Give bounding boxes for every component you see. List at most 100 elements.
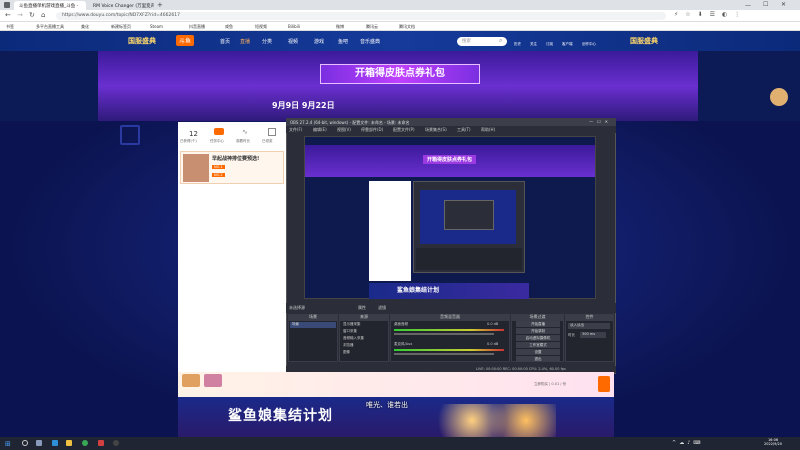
search-taskbar-icon[interactable] (22, 440, 28, 446)
coupon-label[interactable]: 立即购买 | 0.01 / 份 (534, 382, 566, 387)
preview-left-panel (369, 181, 411, 281)
bookmark-item[interactable]: 腾讯云 (366, 24, 378, 30)
reload-icon[interactable]: ↻ (29, 11, 35, 19)
promo-rank-2: NO.2 (212, 173, 225, 177)
bookmark-item[interactable]: 抖音直播 (189, 24, 205, 30)
taskview-icon[interactable] (36, 440, 42, 446)
address-input[interactable]: https://www.douyu.com/topic/ND7XFZ?rid=4… (56, 12, 666, 20)
minimize-icon[interactable]: — (745, 2, 751, 9)
bookmark-item[interactable]: 咸鱼 (225, 24, 233, 30)
tray-icons[interactable]: ^☁♪⌨ (672, 440, 704, 446)
taskbar-clock[interactable]: 16:06 2022/9/20 (758, 438, 788, 446)
nav-item[interactable]: 视频 (288, 38, 298, 45)
nav-item[interactable]: 音乐盛典 (360, 38, 380, 45)
obs-control-button[interactable]: 开始直播 (516, 321, 560, 327)
task-center-icon[interactable] (214, 128, 224, 135)
nav-item[interactable]: 游戏 (314, 38, 324, 45)
obs-control-button[interactable]: 设置 (516, 349, 560, 355)
site-logo-right[interactable]: 国服盛典 (630, 36, 658, 46)
duration-input[interactable]: 300 ms (580, 332, 606, 338)
avatar-float[interactable] (770, 88, 788, 106)
bookmark-item[interactable]: 多平台直播工具 (36, 24, 64, 30)
tab-voice-changer[interactable]: RM Voice Changer (万里变声) - (88, 1, 154, 10)
bookmark-item[interactable]: 腾讯文档 (399, 24, 415, 30)
obs-control-button[interactable]: 工作室模式 (516, 342, 560, 348)
tab-douyu[interactable]: 斗鱼直播单机游戏直播_斗鱼 - (14, 1, 86, 10)
scene-item[interactable]: 场景 (290, 322, 336, 328)
chrome-icon[interactable] (82, 440, 88, 446)
bookmark-item[interactable]: 微博 (336, 24, 344, 30)
mixer-fader[interactable] (394, 353, 494, 355)
obs-menu-item[interactable]: 工具(T) (457, 127, 471, 133)
promo-thumb[interactable] (182, 374, 200, 387)
obs-control-button[interactable]: 启动虚拟摄像机 (516, 335, 560, 341)
source-item[interactable]: 图像 (341, 350, 387, 356)
site-logo-left[interactable]: 国服盛典 (128, 36, 156, 46)
bookmark-item[interactable]: 新建标签页 (111, 24, 131, 30)
claimed-icon[interactable] (268, 128, 276, 136)
header-user-item[interactable]: 客户端 (562, 42, 573, 47)
promo-card[interactable]: 早起战神排位赛预选! NO.1 NO.2 (180, 151, 284, 184)
duration-label: 时长 (568, 333, 575, 337)
watch-time-icon[interactable]: ∿ (242, 128, 248, 136)
douyu-logo[interactable]: 斗鱼 (176, 35, 195, 46)
bookmark-item[interactable]: Bilibili (288, 24, 300, 29)
source-item[interactable]: 显示器采集 (341, 322, 387, 328)
properties-button[interactable]: 属性 (358, 305, 366, 311)
coupon-buy-button[interactable] (598, 376, 610, 392)
nav-item[interactable]: 直播 (240, 38, 250, 45)
footer-characters (436, 404, 556, 437)
close-icon[interactable]: ✕ (781, 1, 786, 8)
app-icon-red[interactable] (98, 440, 104, 446)
obs-menu-item[interactable]: 编辑(E) (313, 127, 327, 133)
mixer-fader[interactable] (394, 333, 494, 335)
source-item[interactable]: 浏览器 (341, 343, 387, 349)
bookmarks-bar: 书签 多平台直播工具 美化 新建标签页 Steam 抖音直播 咸鱼 短视频 Bilibili 微博… (0, 22, 800, 31)
header-user-item[interactable]: 关注 (530, 42, 537, 47)
bookmark-item[interactable]: 短视频 (255, 24, 267, 30)
mixer-track-name: 桌面音频 (394, 322, 408, 326)
nav-item[interactable]: 首页 (220, 38, 230, 45)
tab-strip-icon[interactable] (4, 2, 10, 8)
bookmark-item[interactable]: Steam (150, 24, 163, 29)
obs-icon[interactable] (113, 440, 119, 446)
new-tab-button[interactable]: + (157, 1, 163, 9)
obs-menu-item[interactable]: 停靠部件(D) (361, 127, 383, 133)
obs-control-button[interactable]: 退出 (516, 356, 560, 362)
mixer-track-db: 0.0 dB (487, 322, 499, 326)
explorer-icon[interactable] (66, 440, 72, 446)
bookmark-item[interactable]: 书签 (6, 24, 14, 30)
obs-control-button[interactable]: 开始录制 (516, 328, 560, 334)
maximize-icon[interactable]: ☐ (763, 1, 768, 8)
header-user-item[interactable]: 创作中心 (582, 42, 596, 47)
edge-icon[interactable] (52, 440, 58, 446)
start-icon[interactable]: ⊞ (5, 440, 11, 448)
transition-type-select[interactable]: 淡入淡出 (568, 323, 610, 329)
search-icon[interactable]: ⌕ (499, 37, 502, 45)
obs-menu-item[interactable]: 视图(V) (337, 127, 351, 133)
nav-item[interactable]: 鱼吧 (338, 38, 348, 45)
source-item[interactable]: 音频输入采集 (341, 336, 387, 342)
extension-icons[interactable]: ⚡☆⬇☰◐⋮ (674, 11, 747, 18)
preview-nested-obs (413, 181, 525, 273)
forward-icon[interactable]: → (17, 11, 23, 19)
obs-window-controls[interactable]: —☐✕ (589, 119, 612, 124)
back-icon[interactable]: ← (5, 11, 11, 19)
obs-menu-item[interactable]: 场景集合(S) (425, 127, 447, 133)
filters-button[interactable]: 滤镜 (378, 305, 386, 311)
home-icon[interactable]: ⌂ (41, 11, 45, 19)
header-user-item[interactable]: 历史 (514, 42, 521, 47)
obs-preview[interactable]: 开箱得皮肤点券礼包 鲨鱼娘集结计划 (304, 136, 596, 299)
obs-menu-item[interactable]: 配置文件(P) (393, 127, 415, 133)
footer-title: 鲨鱼娘集结计划 (228, 408, 333, 424)
obs-menu-item[interactable]: 文件(F) (289, 127, 302, 133)
claimed-label: 已领奖 (262, 139, 273, 143)
bookmark-item[interactable]: 美化 (81, 24, 89, 30)
task-center-label: 任务中心 (210, 139, 224, 143)
nav-item[interactable]: 分类 (262, 38, 272, 45)
promo-title: 早起战神排位赛预选! (212, 156, 260, 162)
source-item[interactable]: 窗口采集 (341, 329, 387, 335)
promo-thumb[interactable] (204, 374, 222, 387)
obs-menu-item[interactable]: 帮助(H) (481, 127, 495, 133)
header-user-item[interactable]: 订阅 (546, 42, 553, 47)
